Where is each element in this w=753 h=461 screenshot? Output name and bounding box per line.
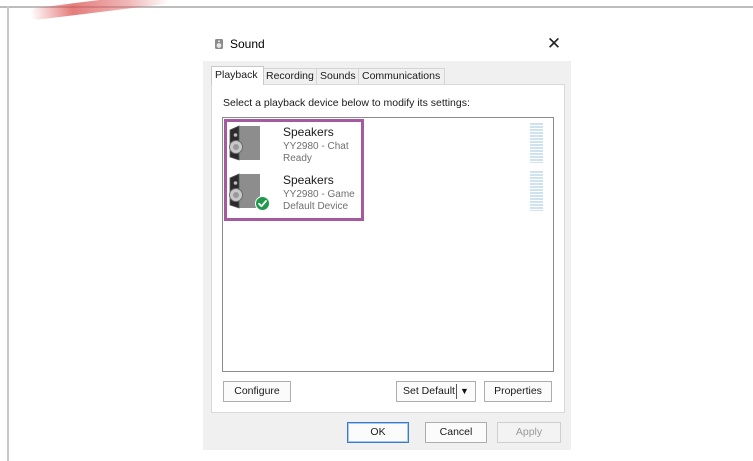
device-name: Speakers [283,125,334,139]
tab-sounds[interactable]: Sounds [316,68,360,84]
close-button[interactable]: ✕ [541,31,567,57]
set-default-split-button[interactable]: Set Default ▼ [396,381,476,402]
background-smear [29,0,171,21]
apply-button[interactable]: Apply [497,422,561,443]
ok-button[interactable]: OK [347,422,409,443]
playback-device-list[interactable]: Speakers YY2980 - Chat Ready Speakers YY… [222,117,554,372]
set-default-label[interactable]: Set Default [403,385,455,397]
device-item-game[interactable]: Speakers YY2980 - Game Default Device [225,169,367,215]
configure-button[interactable]: Configure [223,381,291,402]
volume-meter [530,123,543,163]
sound-app-icon [215,39,223,49]
properties-button[interactable]: Properties [484,381,552,402]
speaker-icon [229,125,260,161]
background-frame-left [7,6,9,461]
volume-meter [530,171,543,211]
tab-playback[interactable]: Playback [211,66,264,85]
chevron-down-icon[interactable]: ▼ [460,382,469,401]
split-divider [456,384,457,399]
device-item-chat[interactable]: Speakers YY2980 - Chat Ready [225,121,367,167]
cancel-button[interactable]: Cancel [425,422,487,443]
sound-dialog: Sound ✕ Playback Recording Sounds Commun… [203,27,571,450]
window-title: Sound [230,37,265,51]
device-description: YY2980 - Chat [283,141,349,152]
default-check-icon [255,196,270,211]
device-status: Ready [283,153,312,164]
device-status: Default Device [283,201,349,212]
tab-communications[interactable]: Communications [358,68,445,84]
instructions-text: Select a playback device below to modify… [223,97,470,109]
title-bar[interactable]: Sound ✕ [203,27,571,61]
tab-recording[interactable]: Recording [262,68,318,84]
playback-tab-panel: Select a playback device below to modify… [211,84,565,413]
device-description: YY2980 - Game [283,189,355,200]
device-name: Speakers [283,173,334,187]
